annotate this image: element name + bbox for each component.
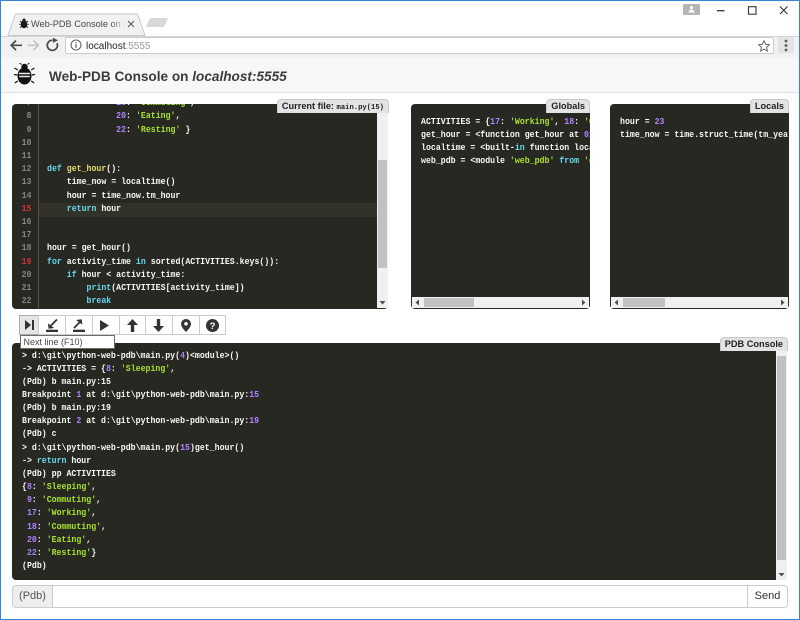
svg-text:?: ?	[210, 321, 216, 332]
